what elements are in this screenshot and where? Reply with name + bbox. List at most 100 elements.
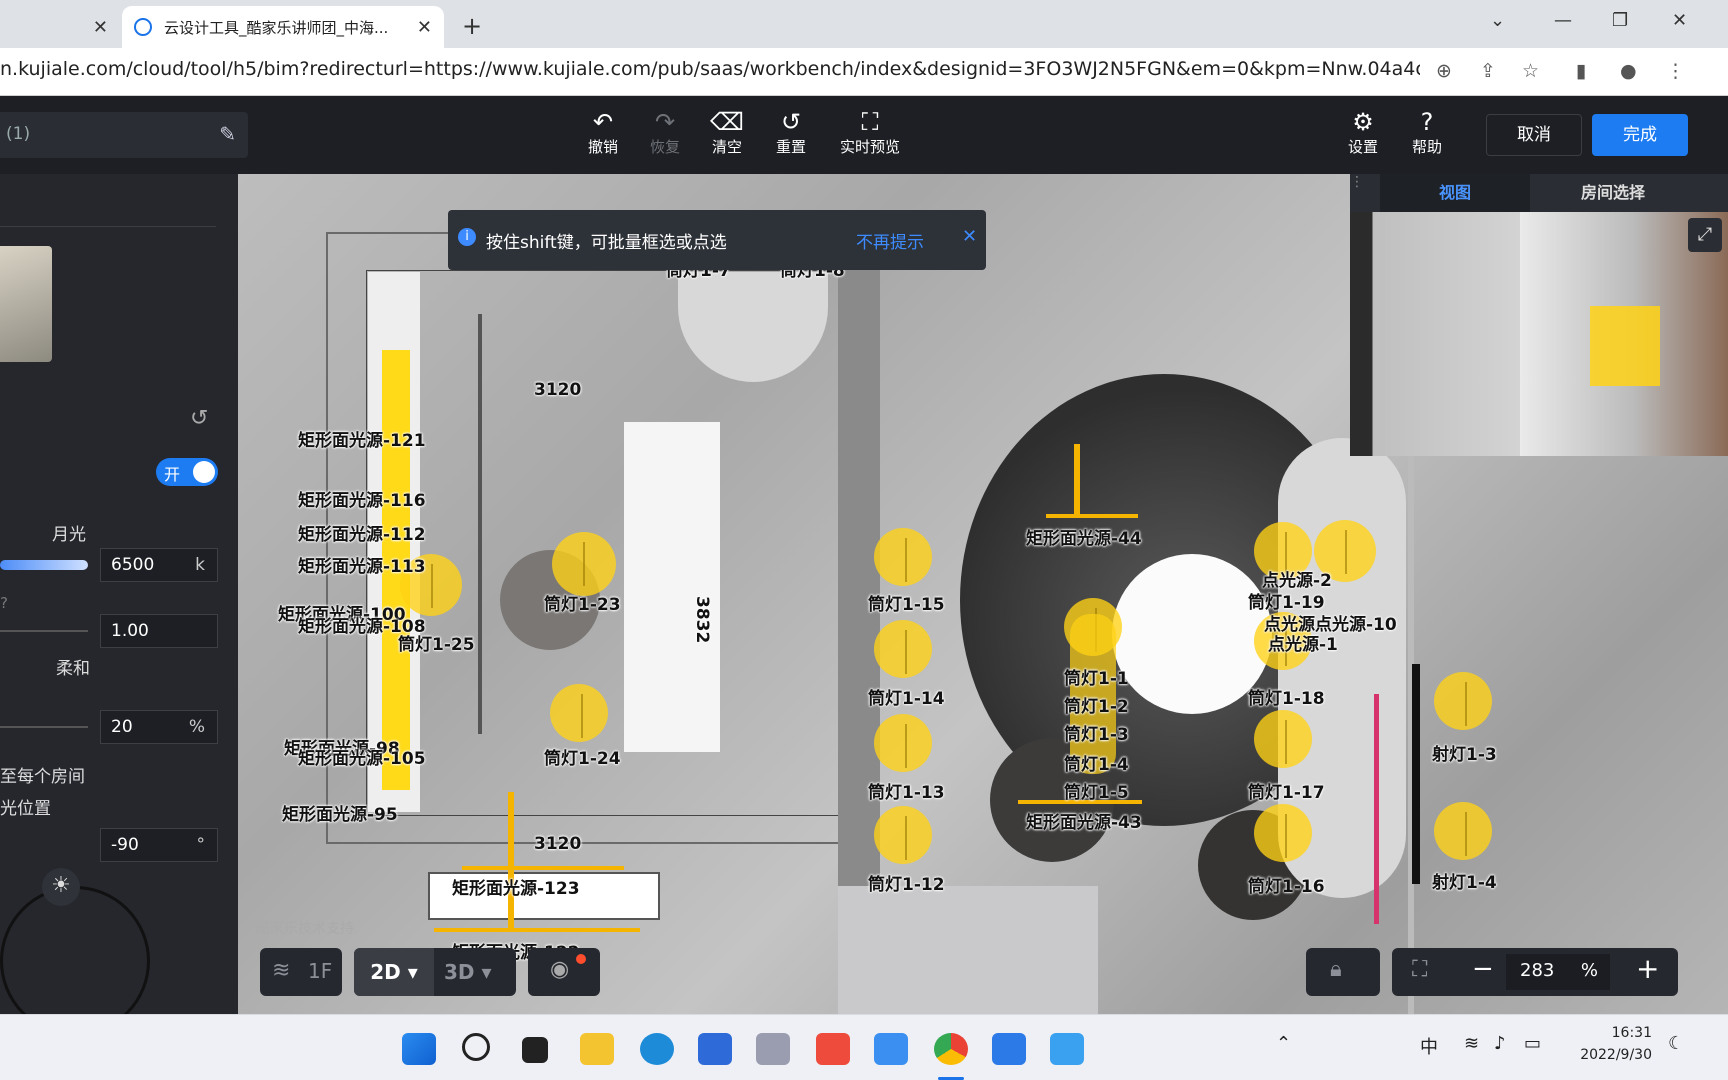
share-icon[interactable]: ⇪ — [1480, 60, 1496, 82]
sidepanel-icon[interactable]: ▮ — [1576, 60, 1586, 82]
floorplan-canvas[interactable]: 3120 3120 3832 矩形面光源-121 矩形面光源-116 矩形面光源… — [238, 174, 1728, 1014]
light-label[interactable]: 筒灯1-17 — [1248, 778, 1325, 803]
zoom-in-button[interactable]: + — [1636, 952, 1659, 985]
huawei-icon[interactable] — [816, 1033, 850, 1065]
percent-slider[interactable] — [0, 726, 88, 728]
zoom-icon[interactable]: ⊕ — [1436, 60, 1452, 82]
tab-view[interactable]: 视图 — [1380, 174, 1530, 212]
light-label[interactable]: 筒灯1-25 — [398, 630, 475, 655]
downlight-marker[interactable] — [874, 528, 932, 586]
environment-thumbnail[interactable] — [0, 246, 52, 362]
downlight-marker[interactable] — [874, 714, 932, 772]
light-toggle[interactable]: 开 — [156, 458, 218, 486]
new-tab-button[interactable]: + — [462, 12, 482, 40]
photos-icon[interactable] — [1050, 1033, 1084, 1065]
spotlight-marker[interactable] — [1434, 802, 1492, 860]
messenger-icon[interactable] — [992, 1033, 1026, 1065]
close-icon[interactable]: ✕ — [962, 226, 977, 247]
light-label[interactable]: 矩形面光源-121 — [298, 426, 426, 451]
edge-icon[interactable] — [640, 1033, 674, 1065]
light-label[interactable]: 筒灯1-3 — [1064, 720, 1129, 745]
fit-screen-icon[interactable]: ⛶ — [1412, 957, 1427, 982]
clock-date[interactable]: 2022/9/30 — [1562, 1047, 1652, 1063]
light-label[interactable]: 筒灯1-23 — [544, 590, 621, 615]
light-label[interactable]: 矩形面光源-44 — [1026, 524, 1142, 549]
light-label[interactable]: 矩形面光源-105 — [298, 744, 426, 769]
clear-button[interactable]: ⌫ 清空 — [692, 108, 762, 157]
live-preview-button[interactable]: ⛶ 实时预览 — [822, 108, 918, 157]
downlight-marker[interactable] — [1254, 710, 1312, 768]
mail-icon[interactable] — [756, 1033, 790, 1065]
light-label[interactable]: 筒灯1-2 — [1064, 692, 1129, 717]
menu-kebab-icon[interactable]: ⋮ — [1666, 60, 1685, 82]
zoom-input[interactable]: 283 % — [1506, 954, 1610, 990]
bookmark-star-icon[interactable]: ☆ — [1522, 60, 1539, 82]
expand-icon[interactable]: ⤢ — [1688, 218, 1722, 252]
light-label[interactable]: 筒灯1-1 — [1064, 664, 1129, 689]
tab-search-chevron-icon[interactable]: ⌄ — [1490, 10, 1505, 31]
mode-3d-button[interactable]: 3D ▾ — [444, 948, 514, 996]
reset-button[interactable]: ↺ 重置 — [756, 108, 826, 157]
light-label[interactable]: 矩形面光源-43 — [1026, 808, 1142, 833]
file-explorer-icon[interactable] — [580, 1033, 614, 1065]
sun-icon[interactable]: ☀ — [42, 868, 80, 906]
start-icon[interactable] — [402, 1033, 436, 1065]
downlight-marker[interactable] — [552, 532, 616, 596]
battery-icon[interactable]: ▭ — [1524, 1033, 1541, 1054]
tab-close-icon[interactable]: ✕ — [417, 17, 432, 38]
done-button[interactable]: 完成 — [1592, 114, 1688, 156]
volume-icon[interactable]: ♪ — [1494, 1033, 1506, 1054]
intensity-slider[interactable] — [0, 630, 88, 632]
downlight-marker[interactable] — [874, 806, 932, 864]
ime-indicator[interactable]: 中 — [1420, 1033, 1438, 1059]
color-temp-slider[interactable] — [0, 560, 88, 570]
light-label[interactable]: 筒灯1-24 — [544, 744, 621, 769]
search-icon[interactable] — [462, 1033, 490, 1061]
settings-button[interactable]: ⚙ 设置 — [1328, 108, 1398, 157]
clock-time[interactable]: 16:31 — [1562, 1025, 1652, 1041]
task-view-icon[interactable] — [522, 1037, 548, 1063]
light-label[interactable]: 点光源-1 — [1268, 630, 1338, 655]
light-label[interactable]: 筒灯1-4 — [1064, 750, 1129, 775]
angle-input[interactable]: -90 ° — [100, 828, 218, 862]
help-button[interactable]: ? 帮助 — [1392, 108, 1462, 157]
light-label[interactable]: 射灯1-3 — [1432, 740, 1497, 765]
light-label[interactable]: 矩形面光源-113 — [298, 552, 426, 577]
light-label[interactable]: 矩形面光源-123 — [452, 874, 580, 899]
url-field[interactable]: n.kujiale.com/cloud/tool/h5/bim?redirect… — [0, 58, 1420, 80]
downlight-marker[interactable] — [1254, 804, 1312, 862]
chrome-icon[interactable] — [934, 1033, 968, 1065]
light-label[interactable]: 矩形面光源-112 — [298, 520, 426, 545]
tab-previous[interactable]: ✕ — [0, 6, 120, 48]
floor-selector[interactable]: ≋ 1F — [260, 948, 342, 996]
notification-moon-icon[interactable]: ☾ — [1668, 1033, 1684, 1054]
drag-handle-icon[interactable]: ⋮ — [1350, 174, 1364, 212]
tab-active[interactable]: 云设计工具_酷家乐讲师团_中海... ✕ — [122, 6, 444, 48]
mode-2d-button[interactable]: 2D ▾ — [354, 948, 434, 996]
tab-close-icon[interactable]: ✕ — [93, 17, 108, 38]
lock-button[interactable]: 🔒︎ — [1306, 948, 1380, 996]
light-label[interactable]: 射灯1-4 — [1432, 868, 1497, 893]
redo-button[interactable]: ↷ 恢复 — [630, 108, 700, 157]
downlight-marker[interactable] — [874, 620, 932, 678]
cancel-button[interactable]: 取消 — [1486, 114, 1582, 156]
light-label[interactable]: 筒灯1-5 — [1064, 778, 1129, 803]
minimize-button[interactable]: — — [1554, 10, 1572, 31]
reset-panel-icon[interactable]: ↺ — [190, 406, 208, 431]
info-icon[interactable]: ? — [0, 594, 8, 612]
close-window-button[interactable]: ✕ — [1672, 10, 1687, 31]
store-icon[interactable] — [698, 1033, 732, 1065]
edit-pencil-icon[interactable]: ✎ — [219, 122, 236, 146]
light-label[interactable]: 矩形面光源-95 — [282, 800, 398, 825]
light-label[interactable]: 矩形面光源-116 — [298, 486, 426, 511]
visibility-button[interactable]: ◉ — [528, 948, 600, 996]
cloud-icon[interactable] — [874, 1033, 908, 1065]
undo-button[interactable]: ↶ 撤销 — [568, 108, 638, 157]
dismiss-hint-link[interactable]: 不再提示 — [856, 228, 924, 253]
design-title-field[interactable]: (1) ✎ — [0, 112, 248, 158]
tray-chevron-icon[interactable]: ⌃ — [1276, 1033, 1291, 1054]
color-temp-input[interactable]: 6500 k — [100, 548, 218, 582]
light-label[interactable]: 筒灯1-16 — [1248, 872, 1325, 897]
downlight-marker[interactable] — [550, 684, 608, 742]
profile-icon[interactable]: ● — [1620, 60, 1637, 82]
